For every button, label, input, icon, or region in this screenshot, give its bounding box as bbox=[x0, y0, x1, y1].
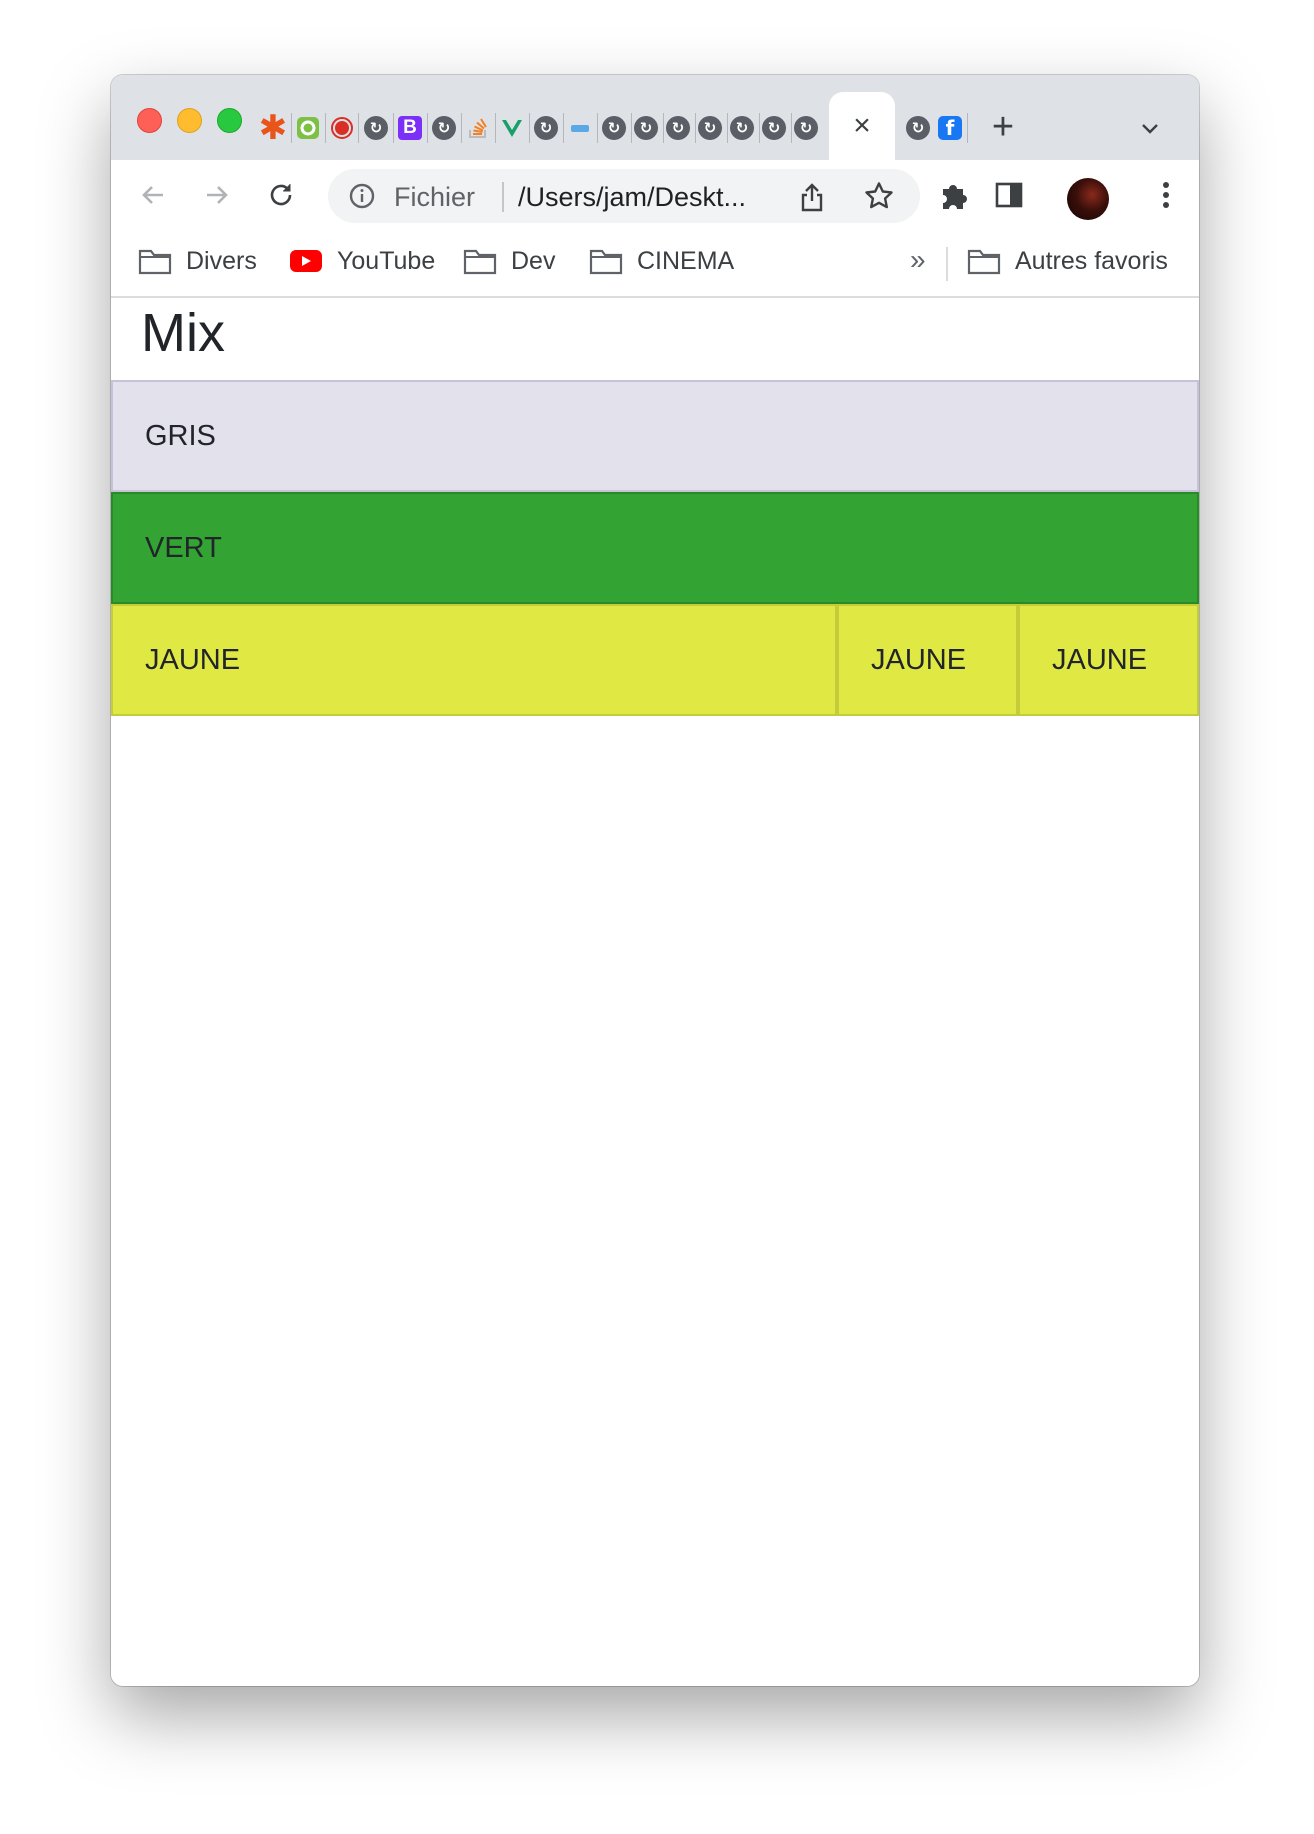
apidoc-icon[interactable] bbox=[565, 113, 595, 143]
bookmark-dev[interactable]: Dev bbox=[463, 243, 555, 279]
bookmark-divers[interactable]: Divers bbox=[138, 243, 257, 279]
folder-icon bbox=[463, 247, 497, 275]
tab-strip: ✱ ↻ B ↻ ↻ ↻ ↻ ↻ ↻ ↻ ↻ ↻ × ↻ f + bbox=[111, 75, 1199, 160]
omnibox-divider bbox=[502, 182, 504, 212]
url-text[interactable]: /Users/jam/Deskt... bbox=[518, 182, 746, 213]
bookmarks-bar: Divers YouTube Dev CINEMA » Autres favor… bbox=[111, 230, 1199, 298]
bookmark-youtube[interactable]: YouTube bbox=[289, 243, 435, 279]
tab-separator bbox=[967, 113, 968, 143]
globe-icon[interactable]: ↻ bbox=[791, 113, 821, 143]
globe-icon[interactable]: ↻ bbox=[631, 113, 661, 143]
globe-icon[interactable]: ↻ bbox=[759, 113, 789, 143]
globe-icon[interactable]: ↻ bbox=[727, 113, 757, 143]
vue-icon[interactable] bbox=[497, 113, 527, 143]
globe-icon[interactable]: ↻ bbox=[429, 113, 459, 143]
info-icon[interactable] bbox=[348, 182, 376, 210]
profile-avatar[interactable] bbox=[1067, 178, 1109, 220]
back-button[interactable] bbox=[133, 175, 173, 215]
tab-search-chevron-icon[interactable] bbox=[1135, 113, 1165, 143]
folder-icon bbox=[138, 247, 172, 275]
bookmark-cinema[interactable]: CINEMA bbox=[589, 243, 734, 279]
tab-separator bbox=[325, 113, 326, 143]
tab-separator bbox=[427, 113, 428, 143]
browser-window: ✱ ↻ B ↻ ↻ ↻ ↻ ↻ ↻ ↻ ↻ ↻ × ↻ f + Fichier … bbox=[111, 75, 1199, 1686]
cell-jaune-right: JAUNE bbox=[1018, 604, 1199, 716]
window-maximize-button[interactable] bbox=[217, 108, 242, 133]
bookmark-label: YouTube bbox=[337, 246, 436, 275]
tab-separator bbox=[495, 113, 496, 143]
bootstrap-icon[interactable]: B bbox=[395, 113, 425, 143]
browser-toolbar: Fichier /Users/jam/Deskt... bbox=[111, 160, 1199, 230]
bookmarks-separator bbox=[946, 247, 948, 281]
page-content: Mix GRIS VERT JAUNE JAUNE JAUNE bbox=[111, 298, 1199, 1686]
cell-jaune-wide: JAUNE bbox=[111, 604, 837, 716]
globe-icon[interactable]: ↻ bbox=[663, 113, 693, 143]
globe-icon[interactable]: ↻ bbox=[531, 113, 561, 143]
extensions-button[interactable] bbox=[933, 175, 973, 215]
side-panel-icon bbox=[995, 182, 1023, 208]
youtube-icon bbox=[289, 247, 323, 275]
stackoverflow-icon[interactable] bbox=[463, 113, 493, 143]
reload-icon bbox=[270, 184, 292, 206]
browser-menu-button[interactable] bbox=[1146, 175, 1186, 215]
row-jaune: JAUNE JAUNE JAUNE bbox=[111, 604, 1199, 716]
bookmark-label: Autres favoris bbox=[1015, 246, 1168, 275]
forward-button[interactable] bbox=[197, 175, 237, 215]
row-gris: GRIS bbox=[111, 380, 1199, 492]
bookmark-label: Dev bbox=[511, 246, 556, 275]
globe-icon[interactable]: ↻ bbox=[599, 113, 629, 143]
side-panel-button[interactable] bbox=[989, 175, 1029, 215]
refresh-green-icon[interactable] bbox=[293, 113, 323, 143]
arrow-right-icon bbox=[207, 186, 228, 204]
record-icon[interactable] bbox=[327, 113, 357, 143]
cell-vert: VERT bbox=[111, 492, 1199, 604]
folder-icon bbox=[967, 247, 1001, 275]
cell-gris: GRIS bbox=[111, 380, 1199, 492]
bookmark-label: Divers bbox=[186, 246, 257, 275]
bookmark-star-icon[interactable] bbox=[863, 180, 895, 212]
asterisk-icon[interactable]: ✱ bbox=[258, 109, 288, 147]
window-close-button[interactable] bbox=[137, 108, 162, 133]
bootstrap-letter: B bbox=[398, 116, 422, 140]
bookmark-other-favorites[interactable]: Autres favoris bbox=[967, 243, 1168, 279]
tab-active[interactable]: × bbox=[829, 92, 895, 160]
new-tab-button[interactable]: + bbox=[981, 105, 1025, 149]
tab-separator bbox=[563, 113, 564, 143]
tab-separator bbox=[597, 113, 598, 143]
cell-jaune-middle: JAUNE bbox=[837, 604, 1018, 716]
globe-icon[interactable]: ↻ bbox=[361, 113, 391, 143]
tab-separator bbox=[291, 113, 292, 143]
globe-icon[interactable]: ↻ bbox=[903, 113, 933, 143]
address-bar[interactable]: Fichier /Users/jam/Deskt... bbox=[328, 169, 920, 223]
folder-icon bbox=[589, 247, 623, 275]
window-minimize-button[interactable] bbox=[177, 108, 202, 133]
share-icon[interactable] bbox=[798, 182, 826, 212]
url-scheme-label: Fichier bbox=[394, 182, 476, 212]
more-vert-icon bbox=[1163, 182, 1169, 208]
tab-separator bbox=[529, 113, 530, 143]
bookmarks-overflow-chevron-icon[interactable]: » bbox=[910, 244, 926, 276]
tab-separator bbox=[358, 113, 359, 143]
tab-separator bbox=[393, 113, 394, 143]
page-title: Mix bbox=[141, 303, 225, 363]
close-tab-icon[interactable]: × bbox=[853, 109, 871, 143]
globe-icon[interactable]: ↻ bbox=[695, 113, 725, 143]
facebook-icon[interactable]: f bbox=[935, 113, 965, 143]
row-vert: VERT bbox=[111, 492, 1199, 604]
puzzle-icon bbox=[943, 185, 967, 209]
bookmark-label: CINEMA bbox=[637, 246, 735, 275]
facebook-letter: f bbox=[938, 116, 962, 140]
reload-button[interactable] bbox=[261, 175, 301, 215]
tab-separator bbox=[461, 113, 462, 143]
arrow-left-icon bbox=[142, 186, 163, 204]
